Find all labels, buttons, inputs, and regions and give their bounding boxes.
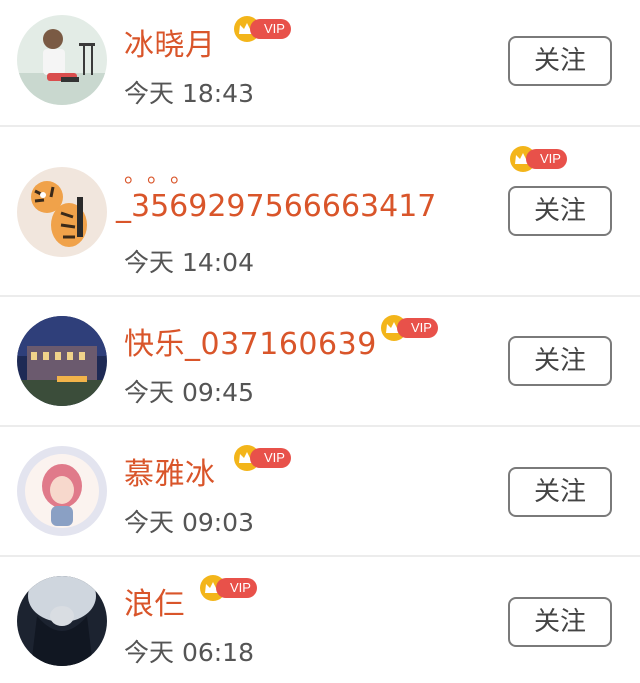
follow-button[interactable]: 关注 (508, 336, 612, 386)
avatar[interactable] (17, 316, 107, 406)
timestamp: 今天 09:03 (124, 508, 254, 537)
follow-button[interactable]: 关注 (508, 467, 612, 517)
user-name[interactable]: 快乐_037160639 (124, 319, 377, 363)
list-item[interactable]: 冰晓月 VIP 今天 18:43 关注 (0, 0, 640, 126)
timestamp: 今天 06:18 (124, 638, 254, 667)
vip-badge: VIP (234, 445, 292, 471)
vip-badge: VIP (381, 315, 439, 341)
vip-label: VIP (216, 578, 257, 598)
timestamp: 今天 18:43 (124, 79, 254, 108)
vip-badge: VIP (234, 16, 292, 42)
user-name[interactable]: 慕雅冰 (124, 449, 216, 493)
avatar[interactable] (17, 15, 107, 105)
vip-label: VIP (250, 448, 291, 468)
avatar[interactable] (17, 576, 107, 666)
vip-badge: VIP (200, 575, 258, 601)
vip-label: VIP (250, 19, 291, 39)
avatar[interactable] (17, 446, 107, 536)
list-item[interactable]: 快乐_037160639 VIP 今天 09:45 关注 (0, 297, 640, 425)
timestamp: 今天 09:45 (124, 378, 254, 407)
user-name[interactable]: 冰晓月 (124, 20, 216, 64)
follow-button[interactable]: 关注 (508, 186, 612, 236)
list-item[interactable]: 浪仨 VIP 今天 06:18 关注 (0, 557, 640, 683)
follow-button[interactable]: 关注 (508, 597, 612, 647)
follow-button[interactable]: 关注 (508, 36, 612, 86)
vip-badge: VIP (510, 146, 568, 172)
list-item[interactable]: 。。。 _3569297566663417 VIP 今天 14:04 关注 (0, 127, 640, 295)
list-item[interactable]: 慕雅冰 VIP 今天 09:03 关注 (0, 427, 640, 555)
user-name[interactable]: _3569297566663417 (116, 189, 436, 224)
vip-label: VIP (526, 149, 567, 169)
avatar[interactable] (17, 167, 107, 257)
timestamp: 今天 14:04 (124, 248, 254, 277)
vip-label: VIP (397, 318, 438, 338)
user-name[interactable]: 浪仨 (124, 579, 185, 623)
user-name-prefix: 。。。 (124, 163, 205, 188)
